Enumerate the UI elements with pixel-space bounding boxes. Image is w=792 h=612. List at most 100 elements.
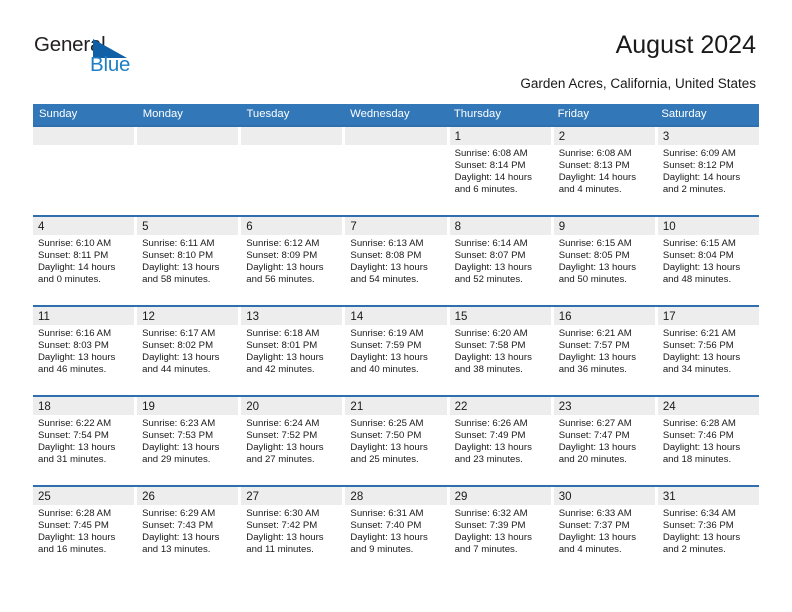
calendar-week-row: 18 Sunrise: 6:22 AM Sunset: 7:54 PM Dayligh… (33, 395, 759, 485)
calendar-page: General Blue August 2024 Garden Acres, C… (0, 0, 792, 612)
daylight-text-line1: Daylight: 13 hours (246, 352, 324, 364)
day-cell-13[interactable]: 13 Sunrise: 6:18 AM Sunset: 8:01 PM Dayligh… (241, 307, 346, 395)
day-cell-4[interactable]: 4 Sunrise: 6:10 AM Sunset: 8:11 PM Daylight… (33, 217, 138, 305)
day-sun-info: Sunrise: 6:12 AM Sunset: 8:09 PM Daylight:… (241, 235, 342, 286)
day-cell-20[interactable]: 20 Sunrise: 6:24 AM Sunset: 7:52 PM Dayligh… (241, 397, 346, 485)
page-title: August 2024 (615, 31, 756, 59)
sunset-text: Sunset: 7:47 PM (558, 430, 630, 442)
day-cell-24[interactable]: 24 Sunrise: 6:28 AM Sunset: 7:46 PM Dayligh… (657, 397, 759, 485)
day-cell-16[interactable]: 16 Sunrise: 6:21 AM Sunset: 7:57 PM Dayligh… (553, 307, 658, 395)
day-number: 28 (350, 491, 364, 503)
day-number-band: 31 (657, 487, 759, 505)
sunset-text: Sunset: 8:01 PM (246, 340, 318, 352)
logo-text-blue: Blue (90, 53, 131, 76)
day-cell-8[interactable]: 8 Sunrise: 6:14 AM Sunset: 8:07 PM Daylight… (449, 217, 554, 305)
calendar-weeks: 1 Sunrise: 6:08 AM Sunset: 8:14 PM Daylight… (33, 125, 759, 575)
day-number-band: 11 (33, 307, 135, 325)
daylight-text-line1: Daylight: 13 hours (246, 532, 324, 544)
day-cell-7[interactable]: 7 Sunrise: 6:13 AM Sunset: 8:08 PM Daylight… (345, 217, 450, 305)
day-cell-12[interactable]: 12 Sunrise: 6:17 AM Sunset: 8:02 PM Dayligh… (137, 307, 242, 395)
day-number-band: 9 (553, 217, 655, 235)
sunrise-text: Sunrise: 6:12 AM (246, 238, 320, 249)
daylight-text-line1: Daylight: 13 hours (38, 532, 116, 544)
daylight-text-line2: and 4 minutes. (558, 544, 622, 556)
daylight-text-line2: and 58 minutes. (142, 274, 211, 286)
day-cell-26[interactable]: 26 Sunrise: 6:29 AM Sunset: 7:43 PM Dayligh… (137, 487, 242, 575)
weekday-header-thursday: Thursday (453, 108, 501, 120)
day-cell-27[interactable]: 27 Sunrise: 6:30 AM Sunset: 7:42 PM Dayligh… (241, 487, 346, 575)
sunset-text: Sunset: 7:42 PM (246, 520, 318, 532)
sunrise-text: Sunrise: 6:28 AM (662, 418, 736, 429)
day-cell-23[interactable]: 23 Sunrise: 6:27 AM Sunset: 7:47 PM Dayligh… (553, 397, 658, 485)
daylight-text-line1: Daylight: 13 hours (454, 532, 532, 544)
day-number-band: 26 (137, 487, 239, 505)
day-cell-29[interactable]: 29 Sunrise: 6:32 AM Sunset: 7:39 PM Dayligh… (449, 487, 554, 575)
day-cell-21[interactable]: 21 Sunrise: 6:25 AM Sunset: 7:50 PM Dayligh… (345, 397, 450, 485)
day-sun-info: Sunrise: 6:08 AM Sunset: 8:14 PM Daylight:… (450, 145, 551, 196)
daylight-text-line1: Daylight: 13 hours (662, 532, 741, 544)
calendar-grid: Sunday Monday Tuesday Wednesday Thursday Frid… (33, 104, 759, 575)
day-number: 25 (38, 491, 51, 503)
daylight-text-line2: and 36 minutes. (558, 364, 627, 376)
day-number: 31 (662, 491, 676, 503)
day-cell-10[interactable]: 10 Sunrise: 6:15 AM Sunset: 8:04 PM Dayligh… (657, 217, 759, 305)
day-number-band: 18 (33, 397, 135, 415)
sunset-text: Sunset: 7:57 PM (558, 340, 630, 352)
sunrise-text: Sunrise: 6:19 AM (350, 328, 424, 339)
day-sun-info: Sunrise: 6:21 AM Sunset: 7:57 PM Daylight:… (554, 325, 655, 376)
day-number-band: 24 (657, 397, 759, 415)
day-sun-info: Sunrise: 6:22 AM Sunset: 7:54 PM Daylight:… (33, 415, 134, 466)
day-number: 20 (246, 401, 260, 413)
day-number-band: 19 (137, 397, 239, 415)
daylight-text-line2: and 34 minutes. (662, 364, 732, 376)
daylight-text-line2: and 9 minutes. (350, 544, 414, 556)
day-cell-28[interactable]: 28 Sunrise: 6:31 AM Sunset: 7:40 PM Dayligh… (345, 487, 450, 575)
daylight-text-line1: Daylight: 13 hours (350, 262, 428, 274)
day-number-band: 1 (449, 127, 551, 145)
sunrise-text: Sunrise: 6:09 AM (662, 148, 736, 159)
day-cell-empty (345, 127, 450, 215)
daylight-text-line1: Daylight: 13 hours (142, 262, 220, 274)
weekday-header-monday: Monday (142, 108, 183, 120)
day-cell-3[interactable]: 3 Sunrise: 6:09 AM Sunset: 8:12 PM Daylight… (657, 127, 759, 215)
day-number: 19 (142, 401, 155, 413)
day-sun-info: Sunrise: 6:15 AM Sunset: 8:04 PM Daylight:… (658, 235, 759, 286)
day-number: 1 (454, 131, 461, 143)
day-cell-22[interactable]: 22 Sunrise: 6:26 AM Sunset: 7:49 PM Dayligh… (449, 397, 554, 485)
day-sun-info: Sunrise: 6:28 AM Sunset: 7:46 PM Daylight:… (658, 415, 759, 466)
day-number-band: 23 (553, 397, 655, 415)
sunrise-text: Sunrise: 6:10 AM (38, 238, 112, 249)
day-cell-18[interactable]: 18 Sunrise: 6:22 AM Sunset: 7:54 PM Dayligh… (33, 397, 138, 485)
daylight-text-line2: and 2 minutes. (662, 544, 726, 556)
daylight-text-line2: and 46 minutes. (38, 364, 107, 376)
sunset-text: Sunset: 7:53 PM (142, 430, 214, 442)
weekday-header-tuesday: Tuesday (246, 108, 290, 120)
day-cell-19[interactable]: 19 Sunrise: 6:23 AM Sunset: 7:53 PM Dayligh… (137, 397, 242, 485)
daylight-text-line2: and 31 minutes. (38, 454, 107, 466)
day-cell-31[interactable]: 31 Sunrise: 6:34 AM Sunset: 7:36 PM Dayligh… (657, 487, 759, 575)
day-number: 24 (662, 401, 676, 413)
day-cell-5[interactable]: 5 Sunrise: 6:11 AM Sunset: 8:10 PM Daylight… (137, 217, 242, 305)
day-number-band (241, 127, 343, 145)
sunset-text: Sunset: 7:46 PM (662, 430, 734, 442)
day-number: 8 (454, 221, 461, 233)
day-cell-30[interactable]: 30 Sunrise: 6:33 AM Sunset: 7:37 PM Dayligh… (553, 487, 658, 575)
daylight-text-line2: and 23 minutes. (454, 454, 523, 466)
day-cell-17[interactable]: 17 Sunrise: 6:21 AM Sunset: 7:56 PM Dayligh… (657, 307, 759, 395)
day-sun-info: Sunrise: 6:33 AM Sunset: 7:37 PM Daylight:… (554, 505, 655, 556)
day-number: 5 (142, 221, 149, 233)
day-cell-9[interactable]: 9 Sunrise: 6:15 AM Sunset: 8:05 PM Daylight… (553, 217, 658, 305)
daylight-text-line2: and 27 minutes. (246, 454, 315, 466)
day-cell-14[interactable]: 14 Sunrise: 6:19 AM Sunset: 7:59 PM Dayligh… (345, 307, 450, 395)
day-cell-6[interactable]: 6 Sunrise: 6:12 AM Sunset: 8:09 PM Daylight… (241, 217, 346, 305)
general-blue-logo[interactable]: General Blue (34, 34, 144, 80)
day-number-band: 21 (345, 397, 447, 415)
day-cell-11[interactable]: 11 Sunrise: 6:16 AM Sunset: 8:03 PM Dayligh… (33, 307, 138, 395)
daylight-text-line1: Daylight: 13 hours (246, 442, 324, 454)
sunset-text: Sunset: 8:07 PM (454, 250, 526, 262)
day-sun-info: Sunrise: 6:29 AM Sunset: 7:43 PM Daylight:… (137, 505, 238, 556)
day-cell-1[interactable]: 1 Sunrise: 6:08 AM Sunset: 8:14 PM Daylight… (449, 127, 554, 215)
day-cell-25[interactable]: 25 Sunrise: 6:28 AM Sunset: 7:45 PM Dayligh… (33, 487, 138, 575)
day-cell-2[interactable]: 2 Sunrise: 6:08 AM Sunset: 8:13 PM Daylight… (553, 127, 658, 215)
day-cell-15[interactable]: 15 Sunrise: 6:20 AM Sunset: 7:58 PM Dayligh… (449, 307, 554, 395)
